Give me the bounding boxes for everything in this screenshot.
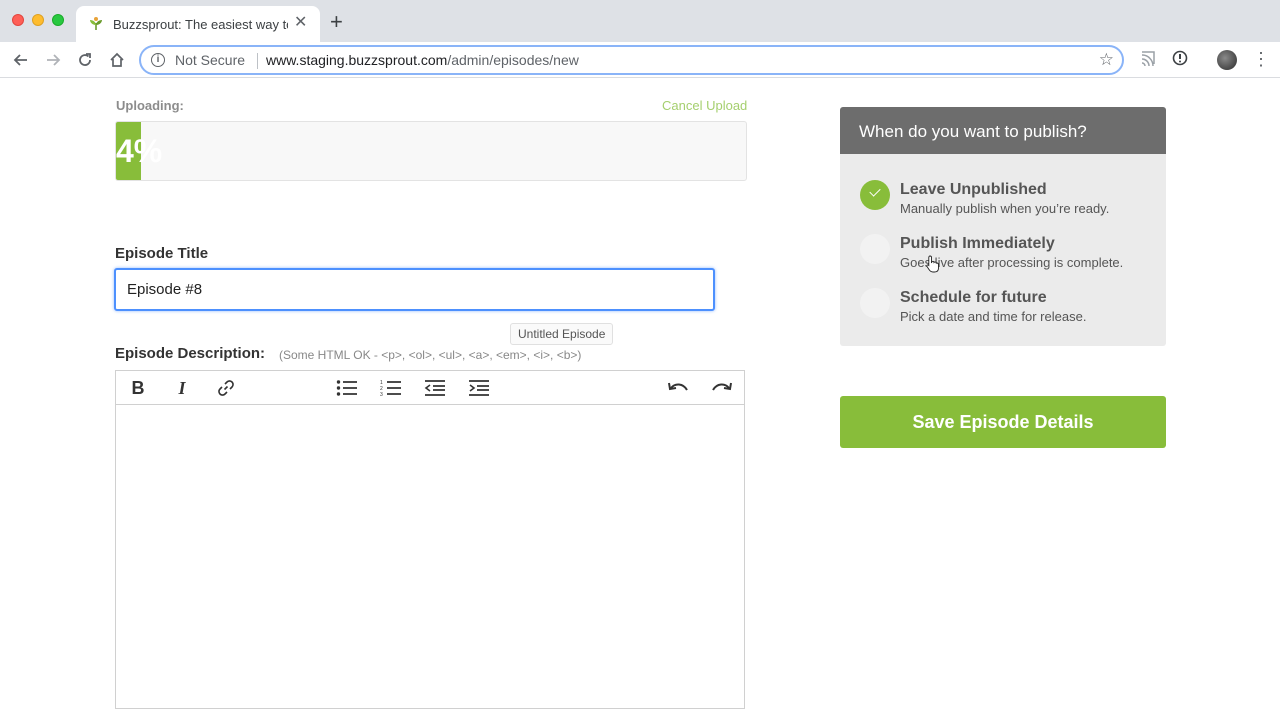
browser-menu-icon[interactable]: ⋮ bbox=[1252, 48, 1270, 70]
option-title: Leave Unpublished bbox=[900, 181, 1047, 198]
episode-description-label: Episode Description: bbox=[115, 345, 266, 362]
radio-circle-icon[interactable] bbox=[860, 234, 890, 264]
editor-toolbar: B I 123 bbox=[116, 371, 744, 405]
close-window-button[interactable] bbox=[12, 14, 24, 26]
publish-panel-header: When do you want to publish? bbox=[840, 107, 1166, 154]
radio-circle-icon[interactable] bbox=[860, 288, 890, 318]
uploading-label: Uploading: bbox=[116, 98, 184, 113]
bullet-list-icon[interactable] bbox=[334, 375, 360, 401]
browser-tab[interactable]: Buzzsprout: The easiest way to ✕ bbox=[76, 6, 320, 42]
option-subtitle: Manually publish when you’re ready. bbox=[900, 201, 1110, 216]
title-placeholder-tooltip: Untitled Episode bbox=[510, 323, 614, 345]
upload-progress-text: 4% bbox=[116, 133, 163, 169]
address-separator bbox=[257, 53, 258, 69]
option-title: Schedule for future bbox=[900, 289, 1047, 306]
upload-progress-bar: 4% bbox=[115, 121, 747, 181]
hand-cursor-icon bbox=[926, 255, 939, 273]
selected-check-icon[interactable] bbox=[860, 180, 890, 210]
upload-progress-fill: 4% bbox=[116, 122, 162, 180]
option-leave-unpublished[interactable]: Leave Unpublished Manually publish when … bbox=[860, 180, 1150, 226]
episode-title-label: Episode Title bbox=[115, 245, 209, 262]
bold-icon[interactable]: B bbox=[125, 375, 151, 401]
cancel-upload-link[interactable]: Cancel Upload bbox=[662, 98, 747, 113]
browser-toolbar: i Not Secure www.staging.buzzsprout.com/… bbox=[0, 42, 1280, 78]
italic-icon[interactable]: I bbox=[169, 375, 195, 401]
cast-extension-icon[interactable] bbox=[1138, 50, 1158, 70]
description-editor[interactable]: B I 123 bbox=[115, 370, 745, 709]
extension-icon[interactable] bbox=[1170, 50, 1190, 70]
reload-icon[interactable] bbox=[74, 49, 96, 71]
description-text-area[interactable] bbox=[116, 406, 744, 708]
address-bar[interactable]: i Not Secure www.staging.buzzsprout.com/… bbox=[139, 45, 1124, 75]
info-icon[interactable]: i bbox=[151, 53, 165, 67]
undo-icon[interactable] bbox=[665, 375, 691, 401]
forward-icon[interactable] bbox=[42, 49, 64, 71]
description-html-hint: (Some HTML OK - <p>, <ol>, <ul>, <a>, <e… bbox=[279, 348, 582, 362]
option-title: Publish Immediately bbox=[900, 235, 1055, 252]
episode-form-page: Uploading: Cancel Upload 4% Episode Titl… bbox=[0, 79, 1280, 720]
maximize-window-button[interactable] bbox=[52, 14, 64, 26]
tab-close-icon[interactable]: ✕ bbox=[294, 14, 307, 32]
buzzsprout-favicon-icon bbox=[90, 17, 102, 30]
redo-icon[interactable] bbox=[709, 375, 735, 401]
back-icon[interactable] bbox=[10, 49, 32, 71]
url-text[interactable]: www.staging.buzzsprout.com/admin/episode… bbox=[266, 52, 579, 68]
minimize-window-button[interactable] bbox=[32, 14, 44, 26]
link-icon[interactable] bbox=[213, 375, 239, 401]
option-publish-immediately[interactable]: Publish Immediately Goes live after proc… bbox=[860, 234, 1150, 280]
episode-title-input[interactable] bbox=[114, 268, 715, 311]
bookmark-star-icon[interactable]: ☆ bbox=[1099, 50, 1114, 70]
browser-tab-bar: Buzzsprout: The easiest way to ✕ + bbox=[0, 0, 1280, 42]
option-schedule-future[interactable]: Schedule for future Pick a date and time… bbox=[860, 288, 1150, 334]
tab-title: Buzzsprout: The easiest way to bbox=[113, 17, 288, 32]
save-episode-button[interactable]: Save Episode Details bbox=[840, 396, 1166, 448]
option-subtitle: Pick a date and time for release. bbox=[900, 309, 1087, 324]
new-tab-button[interactable]: + bbox=[330, 11, 343, 33]
publish-options-panel: When do you want to publish? Leave Unpub… bbox=[840, 107, 1166, 346]
security-label: Not Secure bbox=[175, 52, 246, 68]
indent-icon[interactable] bbox=[466, 375, 492, 401]
home-icon[interactable] bbox=[106, 49, 128, 71]
outdent-icon[interactable] bbox=[422, 375, 448, 401]
numbered-list-icon[interactable]: 123 bbox=[378, 375, 404, 401]
profile-avatar[interactable] bbox=[1217, 50, 1237, 70]
svg-text:3: 3 bbox=[380, 392, 383, 397]
